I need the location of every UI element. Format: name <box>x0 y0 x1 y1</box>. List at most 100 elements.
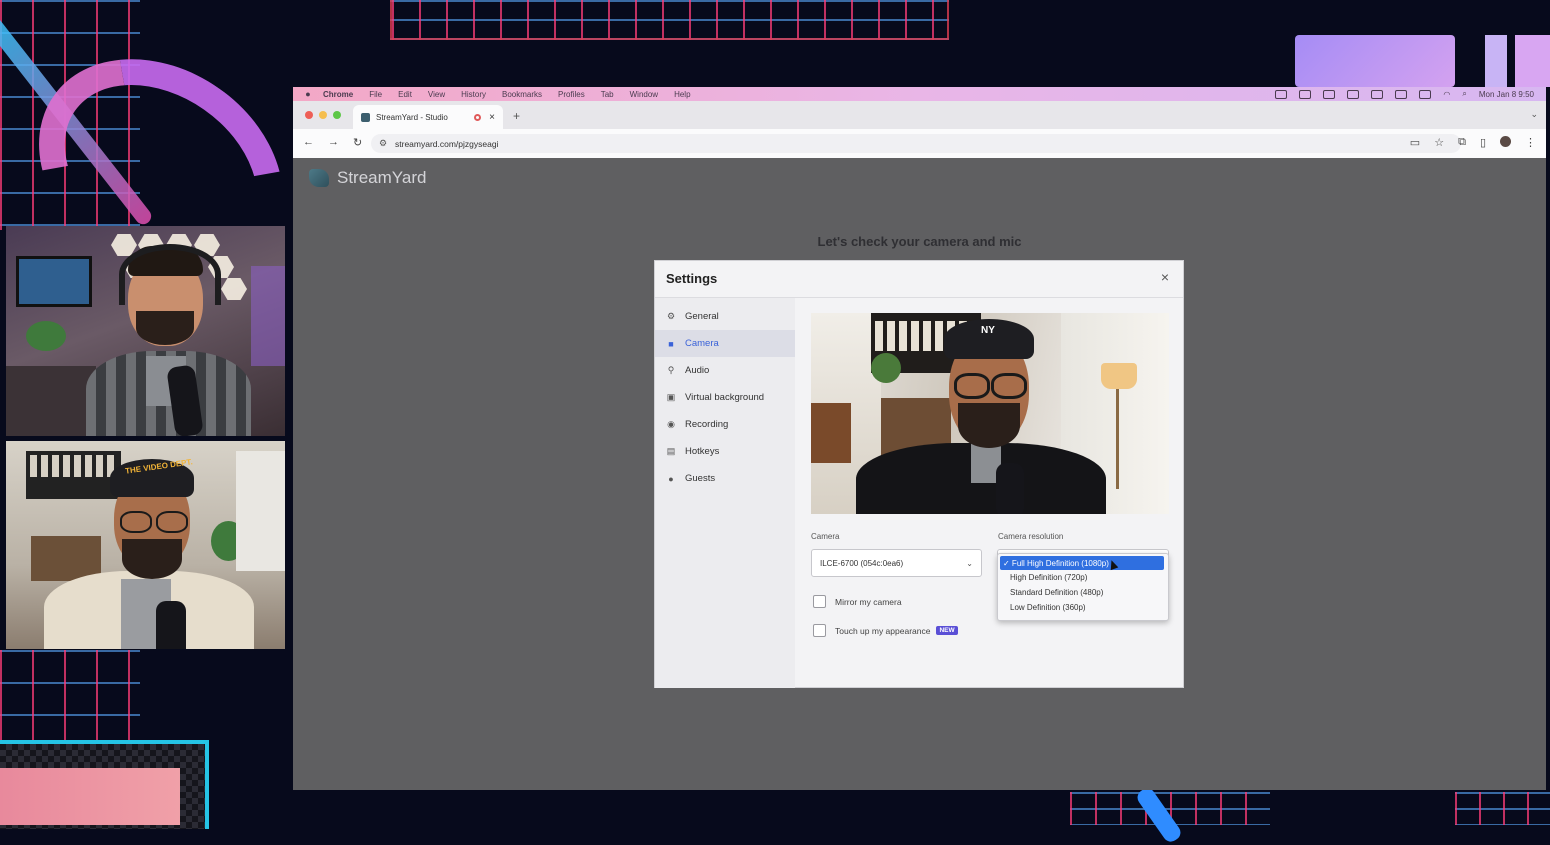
address-bar[interactable]: ⚙ streamyard.com/pjzgyseagi <box>371 134 1461 153</box>
streamyard-page: StreamYard Let's check your camera and m… <box>293 158 1546 790</box>
portrait-icon: ▣ <box>666 392 676 402</box>
streamyard-favicon <box>361 112 370 122</box>
keyboard-icon: ▤ <box>666 446 676 456</box>
settings-dialog: Settings × ⚙ General ■ Camera ⚲ Audio ▣ … <box>654 260 1184 688</box>
camera-in-use-icon[interactable]: ▭ <box>1410 136 1420 149</box>
mirror-camera-label: Mirror my camera <box>835 596 902 607</box>
chevron-down-icon: ⌄ <box>966 558 973 568</box>
menu-bookmarks[interactable]: Bookmarks <box>502 90 542 99</box>
menu-window[interactable]: Window <box>630 90 658 99</box>
glow-panel-decoration <box>1485 35 1507 87</box>
bookmark-star-icon[interactable]: ☆ <box>1434 136 1444 149</box>
nav-item-label: Camera <box>685 338 719 349</box>
nav-item-camera[interactable]: ■ Camera <box>655 330 795 357</box>
status-icon[interactable] <box>1395 89 1408 99</box>
neon-grid-top <box>390 0 949 40</box>
menu-chrome[interactable]: Chrome <box>323 90 353 99</box>
nav-item-label: Audio <box>685 365 710 376</box>
record-icon: ◉ <box>667 419 675 429</box>
nav-item-label: General <box>685 311 719 322</box>
recording-indicator-icon <box>474 113 482 121</box>
forward-arrow-icon[interactable]: → <box>328 136 339 149</box>
extensions-icon[interactable]: ⧉ <box>1458 136 1466 149</box>
resolution-option-480p[interactable]: Standard Definition (480p) <box>998 585 1168 600</box>
resolution-option-360p[interactable]: Low Definition (360p) <box>998 600 1168 615</box>
nav-item-label: Recording <box>685 419 729 430</box>
streamyard-logo[interactable]: StreamYard <box>309 168 426 188</box>
spotlight-search-icon[interactable]: ⌕ <box>1462 89 1466 99</box>
touch-up-label: Touch up my appearance <box>835 625 931 636</box>
touch-up-checkbox[interactable]: Touch up my appearance NEW <box>813 624 958 637</box>
glow-panel-decoration <box>1515 35 1550 87</box>
wifi-icon[interactable]: ◠ <box>1443 90 1450 99</box>
menu-tab[interactable]: Tab <box>601 90 614 99</box>
status-icon[interactable] <box>1371 89 1384 99</box>
status-icon[interactable] <box>1299 89 1312 99</box>
status-icon[interactable] <box>1347 89 1360 99</box>
neon-grid-bottom-left <box>0 650 140 745</box>
close-window-button[interactable] <box>305 111 313 119</box>
glow-panel-decoration <box>1295 35 1455 87</box>
nav-item-label: Virtual background <box>685 392 765 403</box>
dialog-header: Settings × <box>655 261 1183 298</box>
menu-file[interactable]: File <box>369 90 382 99</box>
webcam-feed-host <box>6 226 285 436</box>
status-icon[interactable] <box>1275 89 1288 99</box>
menu-view[interactable]: View <box>428 90 445 99</box>
menu-edit[interactable]: Edit <box>398 90 412 99</box>
tab-title: StreamYard - Studio <box>376 112 448 122</box>
battery-icon[interactable] <box>1419 89 1432 99</box>
streamyard-logo-icon <box>309 169 329 187</box>
nav-item-label: Hotkeys <box>685 446 720 457</box>
camera-preview: NY <box>811 313 1169 514</box>
nav-item-general[interactable]: ⚙ General <box>655 303 795 330</box>
menu-profiles[interactable]: Profiles <box>558 90 585 99</box>
site-settings-icon[interactable]: ⚙ <box>379 138 387 149</box>
zoom-window-button[interactable] <box>333 111 341 119</box>
tab-close-icon[interactable]: × <box>489 112 495 123</box>
menu-history[interactable]: History <box>461 90 486 99</box>
nav-item-guests[interactable]: ● Guests <box>655 465 795 492</box>
resolution-option-720p[interactable]: High Definition (720p) <box>998 570 1168 585</box>
status-icon[interactable] <box>1323 89 1336 99</box>
camera-icon: ■ <box>668 338 674 349</box>
menu-help[interactable]: Help <box>674 90 690 99</box>
chrome-menu-icon[interactable]: ⋮ <box>1525 136 1536 149</box>
resolution-dropdown-menu: ✓ Full High Definition (1080p) High Defi… <box>997 553 1169 621</box>
camera-label: Camera <box>811 532 840 541</box>
nav-item-virtual-background[interactable]: ▣ Virtual background <box>655 384 795 411</box>
person-icon: ● <box>668 473 674 484</box>
tab-search-icon[interactable]: ⌄ <box>1530 109 1538 120</box>
dialog-title: Settings <box>666 271 718 286</box>
corner-art-decoration <box>0 768 180 825</box>
nav-item-hotkeys[interactable]: ▤ Hotkeys <box>655 438 795 465</box>
streamyard-logo-text: StreamYard <box>337 168 427 187</box>
profile-avatar[interactable] <box>1500 136 1511 147</box>
new-badge: NEW <box>936 626 958 635</box>
neon-grid-bottom-right <box>1455 792 1550 825</box>
back-arrow-icon[interactable]: ← <box>303 136 314 149</box>
nav-item-recording[interactable]: ◉ Recording <box>655 411 795 438</box>
nav-item-label: Guests <box>685 473 716 484</box>
nav-item-audio[interactable]: ⚲ Audio <box>655 357 795 384</box>
minimize-window-button[interactable] <box>319 111 327 119</box>
new-tab-button[interactable]: + <box>513 109 520 123</box>
reload-icon[interactable]: ↻ <box>353 136 362 149</box>
resolution-option-1080p[interactable]: ✓ Full High Definition (1080p) <box>1000 556 1164 570</box>
close-icon[interactable]: × <box>1161 269 1169 285</box>
macos-menubar: ● Chrome File Edit View History Bookmark… <box>293 87 1546 101</box>
checkbox-icon[interactable] <box>813 595 826 608</box>
side-panel-icon[interactable]: ▯ <box>1480 136 1486 149</box>
url-text: streamyard.com/pjzgyseagi <box>395 138 499 149</box>
camera-select[interactable]: ILCE-6700 (054c:0ea6) ⌄ <box>811 549 982 577</box>
page-heading: Let's check your camera and mic <box>817 234 1022 249</box>
camera-select-value: ILCE-6700 (054c:0ea6) <box>820 558 904 568</box>
mirror-camera-checkbox[interactable]: Mirror my camera <box>813 595 902 608</box>
settings-nav: ⚙ General ■ Camera ⚲ Audio ▣ Virtual bac… <box>655 298 795 688</box>
checkbox-icon[interactable] <box>813 624 826 637</box>
window-controls <box>305 111 341 119</box>
apple-icon[interactable]: ● <box>293 89 323 99</box>
browser-tab-active[interactable]: StreamYard - Studio × <box>353 105 503 129</box>
menubar-clock[interactable]: Mon Jan 8 9:50 <box>1479 90 1534 99</box>
cap-ny-logo-icon: NY <box>981 325 995 336</box>
